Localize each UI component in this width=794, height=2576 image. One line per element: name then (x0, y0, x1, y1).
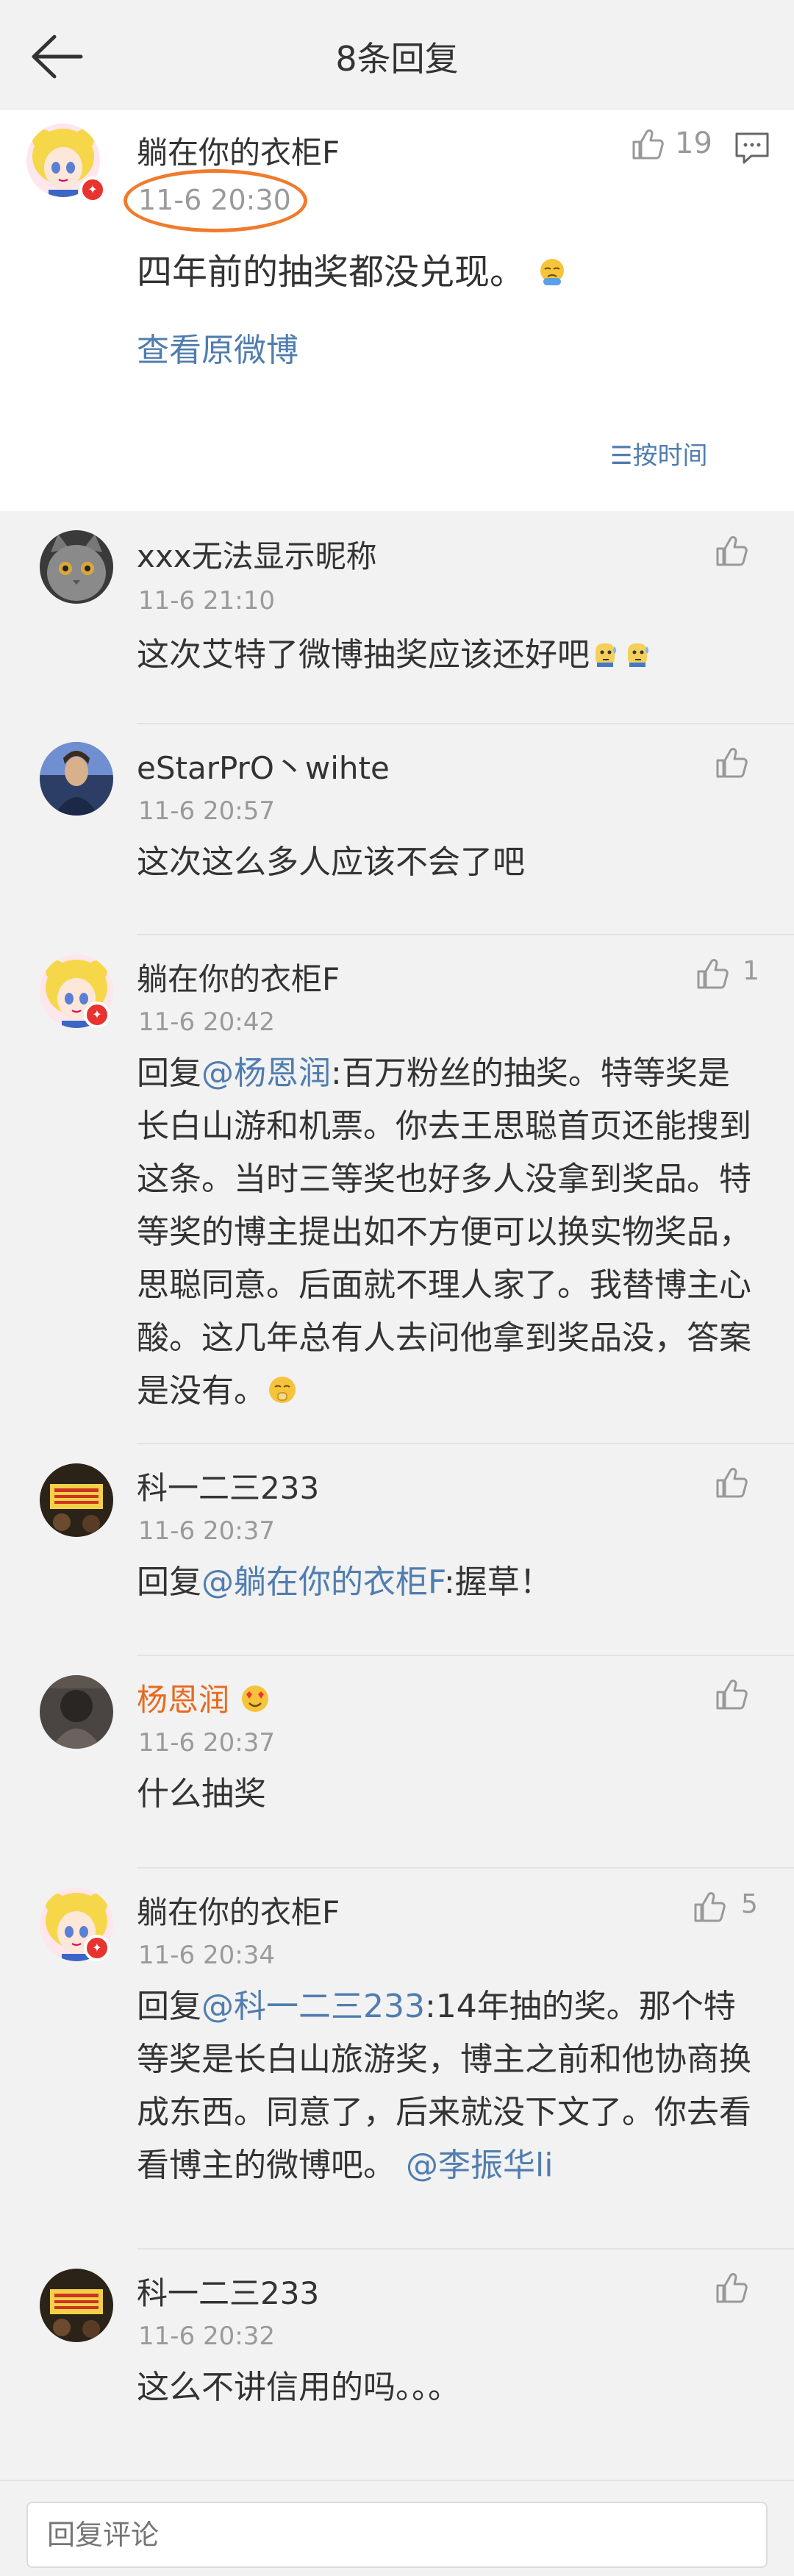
list-item: eStarPrO丶wihte 11-6 20:57 这次这么多人应该不会了吧 (0, 724, 794, 935)
avatar[interactable] (40, 1463, 113, 1537)
comment-username[interactable]: 躺在你的衣柜F (137, 955, 340, 999)
comment-icon[interactable] (734, 131, 770, 165)
sort-icon: ☰ (610, 441, 633, 471)
comment-timestamp: 11-6 20:42 (138, 1007, 275, 1037)
emoji-love-icon (239, 1683, 271, 1715)
like-icon[interactable] (713, 533, 748, 568)
comment-text: 这么不讲信用的吗。。。 (137, 2369, 460, 2406)
reply-bar (0, 2480, 794, 2576)
comment-text: 回复@杨恩润:百万粉丝的抽奖。特等奖是长白山游和机票。你去王思聪首页还能搜到这条… (137, 1055, 751, 1410)
avatar[interactable] (40, 1675, 113, 1749)
list-item: 躺在你的衣柜F 11-6 20:42 1 回复@杨恩润:百万粉丝的抽奖。特等奖是… (0, 935, 794, 1444)
like-icon[interactable] (713, 1677, 748, 1712)
comment-timestamp: 11-6 20:34 (138, 1941, 275, 1970)
comment-username[interactable]: 杨恩润 (137, 1675, 271, 1720)
list-item: 科一二三233 11-6 20:37 回复@躺在你的衣柜F:握草！ (0, 1444, 794, 1656)
view-original-link[interactable]: 查看原微博 (137, 324, 298, 371)
main-like-count: 19 (675, 126, 712, 160)
sort-by-time-button[interactable]: ☰按时间 (610, 435, 707, 471)
comment-timestamp: 11-6 20:37 (138, 1728, 275, 1758)
comment-timestamp: 11-6 20:32 (138, 2322, 275, 2351)
emoji-hush-icon (266, 1374, 298, 1406)
page-title: 8条回复 (335, 39, 459, 79)
verified-badge-icon (84, 1935, 110, 1961)
comment-text: 什么抽奖 (137, 1775, 266, 1813)
list-item: xxx无法显示昵称 11-6 21:10 这次艾特了微博抽奖应该还好吧 (0, 511, 794, 724)
avatar[interactable] (40, 530, 113, 604)
main-comment: 躺在你的衣柜F 11-6 20:30 19 四年前的抽奖都没兑现。 查看原微博 … (0, 110, 794, 511)
reply-input[interactable] (26, 2502, 768, 2568)
list-item: 躺在你的衣柜F 11-6 20:34 5 回复@科一二三233:14年抽的奖。那… (0, 1869, 794, 2249)
comment-text: 这次这么多人应该不会了吧 (137, 843, 525, 881)
like-icon[interactable] (691, 1889, 726, 1924)
like-icon[interactable] (713, 2270, 748, 2305)
comment-username[interactable]: 科一二三233 (137, 2269, 319, 2313)
mention-link[interactable]: @李振华li (406, 2147, 553, 2184)
comment-timestamp: 11-6 20:57 (138, 796, 275, 826)
avatar[interactable] (40, 742, 113, 816)
like-icon[interactable] (713, 1465, 748, 1500)
comment-username[interactable]: 躺在你的衣柜F (137, 1888, 340, 1933)
main-comment-text: 四年前的抽奖都没兑现。 (137, 246, 762, 299)
avatar[interactable] (40, 2269, 113, 2342)
mention-link[interactable]: @杨恩润 (201, 1055, 331, 1092)
emoji-cry-icon (536, 256, 568, 288)
like-count: 1 (743, 956, 759, 986)
list-item: 杨恩润 11-6 20:37 什么抽奖 (0, 1656, 794, 1869)
mention-link[interactable]: @躺在你的衣柜F (201, 1563, 444, 1601)
highlight-circle (124, 169, 307, 232)
like-icon[interactable] (629, 126, 665, 162)
comment-text: 回复@科一二三233:14年抽的奖。那个特等奖是长白山旅游奖，博主之前和他协商换… (137, 1988, 751, 2184)
top-bar: 8条回复 (0, 0, 794, 110)
comment-username[interactable]: xxx无法显示昵称 (137, 532, 377, 577)
comment-text: 这次艾特了微博抽奖应该还好吧 (137, 629, 762, 682)
comment-timestamp: 11-6 20:37 (138, 1516, 275, 1546)
like-icon[interactable] (713, 745, 748, 780)
emoji-sweat-icon (590, 638, 622, 670)
list-item: 科一二三233 11-6 20:32 这么不讲信用的吗。。。 (0, 2249, 794, 2480)
like-icon[interactable] (694, 956, 729, 991)
verified-badge-icon (79, 176, 106, 203)
main-username[interactable]: 躺在你的衣柜F (137, 128, 340, 173)
mention-link[interactable]: @科一二三233 (201, 1988, 425, 2025)
like-count: 5 (741, 1889, 758, 1919)
comment-username[interactable]: eStarPrO丶wihte (137, 743, 390, 788)
comment-text: 回复@躺在你的衣柜F:握草！ (137, 1563, 552, 1601)
verified-badge-icon (84, 1002, 110, 1028)
emoji-sweat-icon (622, 638, 654, 670)
comment-timestamp: 11-6 21:10 (138, 586, 275, 616)
comment-username[interactable]: 科一二三233 (137, 1463, 319, 1508)
